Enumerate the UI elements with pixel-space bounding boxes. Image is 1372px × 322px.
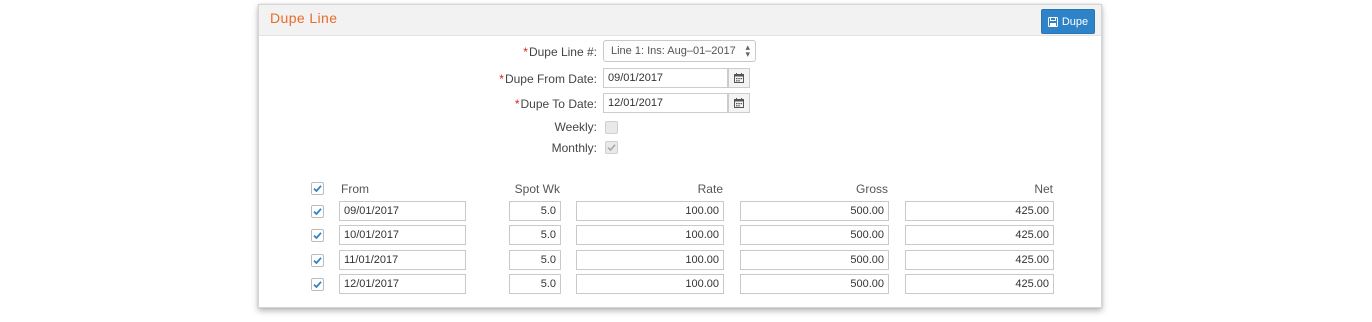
calendar-icon [734,73,744,83]
dupe-to-date-label: *Dupe To Date: [515,97,597,111]
panel-header: Dupe Line Dupe [259,5,1101,36]
from-date-input[interactable]: 10/01/2017 [339,225,466,245]
dupe-line-label: *Dupe Line #: [523,45,597,59]
row-checkbox[interactable] [311,278,324,291]
rate-input[interactable]: 100.00 [576,274,724,294]
rate-input[interactable]: 100.00 [576,225,724,245]
from-date-input[interactable]: 09/01/2017 [339,201,466,221]
row-checkbox[interactable] [311,229,324,242]
required-marker: * [514,97,520,111]
dupe-button[interactable]: Dupe [1041,9,1095,34]
dupe-line-panel: Dupe Line Dupe *Dupe Line #: Line 1: Ins… [258,4,1102,308]
checkmark-icon [313,257,322,265]
checkmark-icon [607,144,616,152]
gross-input[interactable]: 500.00 [740,274,889,294]
spot-wk-input[interactable]: 5.0 [509,274,561,294]
column-header-spot-wk: Spot Wk [514,182,560,196]
weekly-label: Weekly: [554,120,597,134]
column-header-rate: Rate [697,182,723,196]
dupe-line-label-text: Dupe Line #: [528,45,597,59]
dupe-from-calendar-button[interactable] [728,68,750,88]
dupe-from-date-label: *Dupe From Date: [499,72,597,86]
from-date-input[interactable]: 12/01/2017 [339,274,466,294]
monthly-checkbox[interactable] [605,141,618,154]
dupe-from-label-text: Dupe From Date: [504,72,597,86]
rate-input[interactable]: 100.00 [576,250,724,270]
weekly-checkbox[interactable] [605,121,618,134]
required-marker: * [499,72,504,86]
dupe-to-date-input[interactable]: 12/01/2017 [603,93,728,113]
rate-input[interactable]: 100.00 [576,201,724,221]
dupe-line-select-value: Line 1: Ins: Aug–01–2017 [611,45,736,57]
from-date-input[interactable]: 11/01/2017 [339,250,466,270]
column-header-from: From [341,182,369,196]
gross-input[interactable]: 500.00 [740,225,889,245]
select-all-checkbox[interactable] [311,182,324,195]
checkmark-icon [313,281,322,289]
net-input[interactable]: 425.00 [905,250,1054,270]
floppy-disk-icon [1047,16,1058,27]
row-checkbox[interactable] [311,254,324,267]
required-marker: * [523,45,528,59]
dupe-to-calendar-button[interactable] [728,93,750,113]
spot-wk-input[interactable]: 5.0 [509,225,561,245]
net-input[interactable]: 425.00 [905,225,1054,245]
dupe-from-date-value: 09/01/2017 [608,72,664,84]
gross-input[interactable]: 500.00 [740,201,889,221]
dupe-from-date-input[interactable]: 09/01/2017 [603,68,728,88]
dupe-to-date-value: 12/01/2017 [608,97,664,109]
monthly-label: Monthly: [551,141,597,155]
up-down-arrows-icon: ▴ ▾ [745,42,750,59]
net-input[interactable]: 425.00 [905,201,1054,221]
checkmark-icon [313,208,322,216]
spot-wk-input[interactable]: 5.0 [509,250,561,270]
row-checkbox[interactable] [311,205,324,218]
gross-input[interactable]: 500.00 [740,250,889,270]
panel-title: Dupe Line [270,10,338,26]
calendar-icon [734,98,744,108]
dupe-line-select[interactable]: Line 1: Ins: Aug–01–2017 ▴ ▾ [603,40,756,62]
checkmark-icon [313,185,322,193]
column-header-gross: Gross [855,182,888,196]
checkmark-icon [313,232,322,240]
spot-wk-input[interactable]: 5.0 [509,201,561,221]
dupe-to-label-text: Dupe To Date: [520,97,598,111]
column-header-net: Net [1034,182,1053,196]
dupe-button-label: Dupe [1061,15,1089,28]
net-input[interactable]: 425.00 [905,274,1054,294]
